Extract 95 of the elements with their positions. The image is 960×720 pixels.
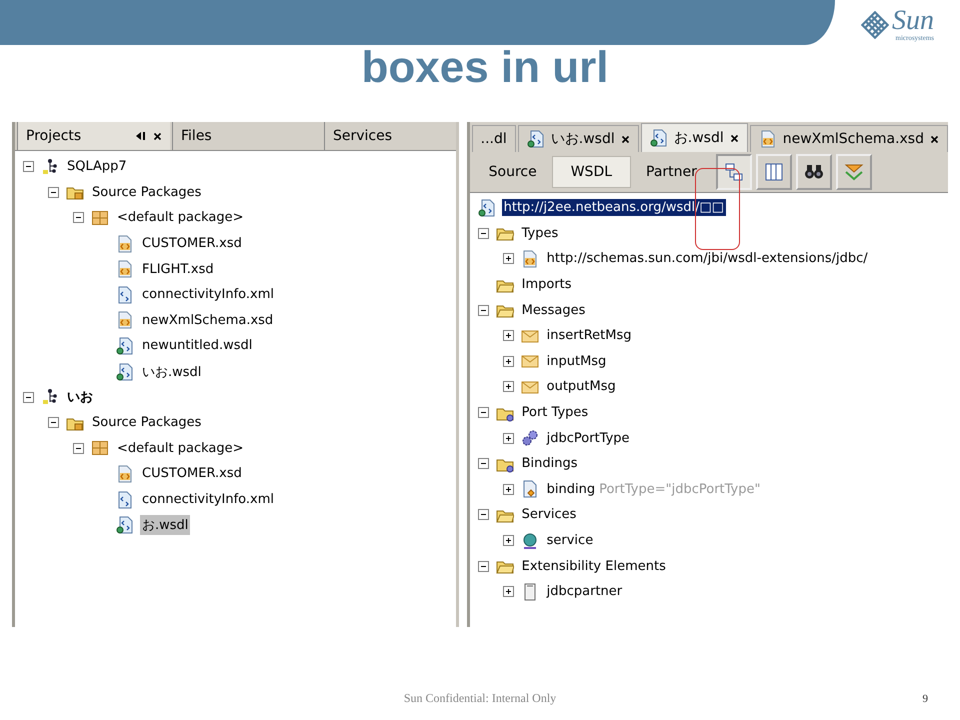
- expand-toggle[interactable]: [502, 484, 514, 495]
- collapse-toggle[interactable]: [478, 509, 489, 520]
- wsdl-file-icon: [526, 130, 545, 148]
- tree-item[interactable]: jdbcpartner: [544, 583, 624, 600]
- tree-item[interactable]: Messages: [520, 302, 588, 319]
- tree-item[interactable]: Extensibility Elements: [520, 558, 668, 575]
- tree-item[interactable]: SQLApp7: [65, 158, 129, 176]
- expand-toggle[interactable]: [502, 432, 514, 444]
- xml-file-icon: [116, 286, 134, 304]
- node-detail: PortType="jdbcPortType": [599, 482, 760, 497]
- schema-file-icon: [758, 130, 777, 148]
- hierarchy-icon: [41, 388, 59, 406]
- logo-icon: [861, 10, 889, 38]
- close-icon[interactable]: [620, 134, 630, 144]
- close-icon[interactable]: [930, 134, 939, 144]
- package-icon: [91, 439, 109, 458]
- collapse-toggle[interactable]: [23, 161, 34, 172]
- collapse-toggle[interactable]: [478, 407, 489, 418]
- editor-tab[interactable]: いお.wsdl: [518, 125, 639, 152]
- tree-item[interactable]: CUSTOMER.xsd: [140, 465, 244, 482]
- tree-item[interactable]: Imports: [520, 276, 574, 294]
- panel-tab[interactable]: Projects: [17, 122, 170, 150]
- collapse-toggle[interactable]: [73, 442, 84, 454]
- tree-item[interactable]: http://schemas.sun.com/jbi/wsdl-extensions/jdbc/: [544, 250, 870, 268]
- xml-file-icon: [116, 490, 134, 509]
- collapse-toggle[interactable]: [48, 186, 59, 198]
- view-tab[interactable]: Source: [476, 156, 550, 188]
- globe-icon: [520, 532, 539, 550]
- collapse-toggle[interactable]: [73, 212, 84, 224]
- tree-item[interactable]: service: [544, 532, 596, 550]
- editor-tab[interactable]: ...dl: [472, 125, 516, 152]
- wsdl-file-icon: [116, 362, 134, 381]
- tree-item[interactable]: outputMsg: [544, 378, 618, 396]
- schema-file-icon: [116, 464, 134, 483]
- close-icon[interactable]: [153, 132, 162, 140]
- schema-file-icon: [116, 234, 134, 253]
- collapse-toggle[interactable]: [478, 458, 489, 470]
- close-icon[interactable]: [730, 134, 739, 142]
- tree-item[interactable]: CUSTOMER.xsd: [140, 235, 244, 252]
- tree-item[interactable]: inputMsg: [544, 352, 608, 370]
- tree-item[interactable]: newXmlSchema.xsd: [140, 312, 276, 329]
- wsdl-file-icon: [116, 516, 134, 534]
- toolbar-button[interactable]: [796, 154, 832, 190]
- schema-file-icon: [520, 250, 539, 268]
- hierarchy-icon: [722, 161, 745, 183]
- tree-item[interactable]: Services: [520, 506, 578, 524]
- collapse-toggle[interactable]: [478, 304, 489, 316]
- package-icon: [91, 208, 109, 227]
- tree-item[interactable]: jdbcPortType: [544, 430, 632, 447]
- expand-toggle[interactable]: [502, 381, 514, 392]
- tree-item[interactable]: FLIGHT.xsd: [140, 260, 216, 278]
- collapse-toggle[interactable]: [478, 228, 489, 239]
- collapse-toggle[interactable]: [23, 392, 34, 403]
- tree-item[interactable]: <default package>: [115, 209, 246, 226]
- page-number: 9: [922, 692, 928, 704]
- wsdl-file-icon: [650, 129, 668, 147]
- document-icon: [520, 480, 539, 498]
- expand-toggle[interactable]: [502, 535, 514, 546]
- editor-tab[interactable]: newXmlSchema.xsd: [750, 125, 948, 152]
- schema-file-icon: [116, 311, 134, 330]
- footer-note: Sun Confidential: Internal Only: [404, 691, 556, 706]
- schema-file-icon: [116, 260, 134, 278]
- tree-item[interactable]: connectivityInfo.xml: [140, 286, 276, 304]
- toolbar-button[interactable]: [756, 154, 792, 190]
- gears-icon: [520, 429, 539, 448]
- hierarchy-icon: [41, 158, 59, 176]
- tree-item[interactable]: <default package>: [115, 440, 246, 457]
- tree-item[interactable]: Port Types: [520, 404, 590, 422]
- tree-item[interactable]: insertRetMsg: [544, 327, 634, 344]
- view-tab[interactable]: WSDL: [552, 156, 632, 188]
- tree-item[interactable]: Source Packages: [90, 414, 204, 432]
- minimize-icon[interactable]: [135, 131, 147, 141]
- tree-item[interactable]: Bindings: [520, 455, 580, 472]
- tree-item[interactable]: binding: [544, 480, 598, 498]
- wsdl-file-icon: [116, 336, 134, 355]
- expand-toggle[interactable]: [502, 586, 514, 598]
- tree-item[interactable]: Source Packages: [90, 184, 204, 201]
- tree-item[interactable]: Types: [520, 224, 560, 242]
- collapse-toggle[interactable]: [478, 560, 489, 572]
- wsdl-file-icon: [478, 198, 496, 217]
- tree-item[interactable]: いお.wsdl: [140, 362, 204, 382]
- view-tab[interactable]: Partner: [633, 156, 710, 188]
- columns-icon: [762, 161, 785, 183]
- expand-toggle[interactable]: [502, 356, 514, 367]
- editor-tab[interactable]: お.wsdl: [640, 123, 748, 152]
- slide-title: boxes in url: [360, 45, 610, 91]
- logo-name: Sun: [892, 8, 934, 34]
- tree-item[interactable]: いお: [65, 387, 95, 408]
- tree-item[interactable]: お.wsdl: [140, 515, 190, 536]
- collapse-toggle[interactable]: [48, 417, 59, 428]
- expand-toggle[interactable]: [502, 330, 514, 342]
- expand-toggle[interactable]: [502, 253, 514, 264]
- tree-item[interactable]: newuntitled.wsdl: [140, 337, 254, 354]
- toolbar-button[interactable]: [716, 154, 752, 190]
- tree-item[interactable]: connectivityInfo.xml: [140, 491, 276, 508]
